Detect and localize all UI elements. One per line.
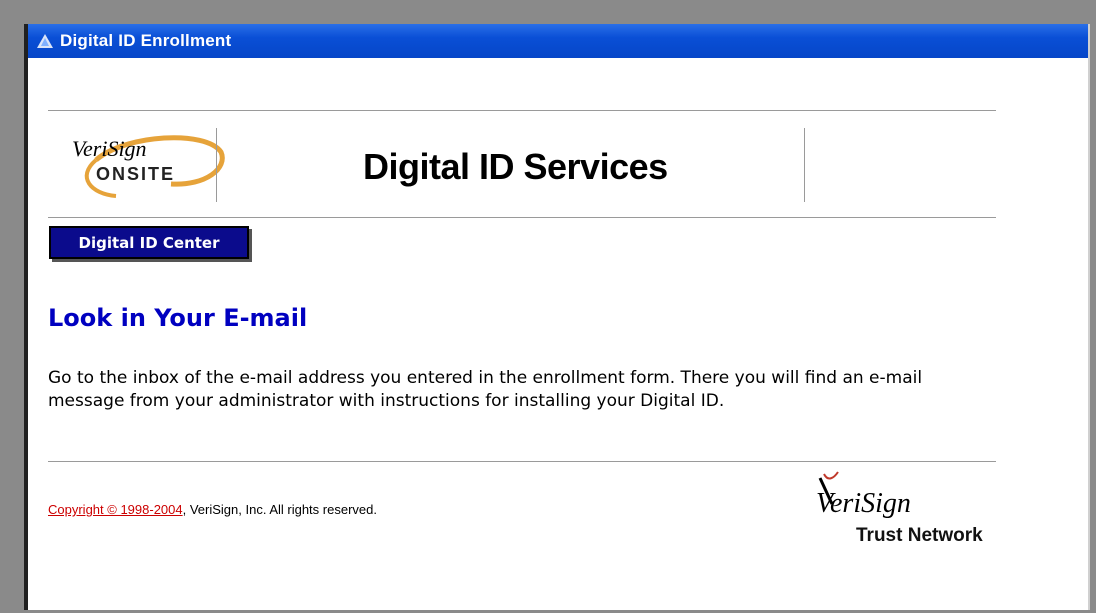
title-bar: Digital ID Enrollment (28, 24, 1088, 58)
app-icon (37, 34, 53, 48)
window-title: Digital ID Enrollment (60, 31, 232, 50)
header-bottom-divider (48, 217, 996, 218)
verisign-onsite-logo: VeriSign ONSITE (72, 135, 225, 198)
page-content: VeriSign ONSITE Digital ID Services Digi… (28, 58, 1088, 610)
browser-window: Digital ID Enrollment VeriSign ONSITE Di… (24, 24, 1090, 610)
page-heading: Look in Your E-mail (48, 304, 308, 332)
instructions-text: Go to the inbox of the e-mail address yo… (48, 368, 923, 411)
onsite-product-text: ONSITE (96, 164, 175, 184)
trust-network-text: Trust Network (856, 525, 983, 546)
top-divider (48, 110, 996, 111)
verisign-brand-text: VeriSign (816, 488, 911, 519)
footer-divider (48, 461, 996, 462)
copyright-text: , VeriSign, Inc. All rights reserved. (182, 502, 377, 517)
header-divider-left (216, 128, 217, 202)
services-title: Digital ID Services (363, 146, 668, 187)
digital-id-center-button[interactable]: Digital ID Center (49, 226, 249, 259)
header-divider-right (804, 128, 805, 202)
onsite-brand-text: VeriSign (72, 136, 147, 161)
copyright-line: Copyright © 1998-2004, VeriSign, Inc. Al… (48, 502, 377, 517)
copyright-link[interactable]: Copyright © 1998-2004 (48, 502, 183, 517)
